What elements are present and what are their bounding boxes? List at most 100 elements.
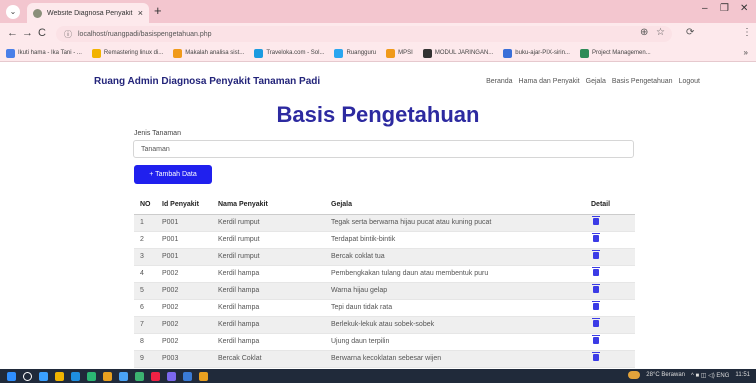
column-header-id: Id Penyakit [156, 196, 212, 215]
start-icon[interactable] [7, 371, 16, 381]
new-tab-button[interactable]: + [154, 3, 162, 18]
table-row: 6 P002 Kerdil hampa Tepi daun tidak rata [134, 299, 635, 317]
reload-icon[interactable]: C [38, 27, 46, 39]
weather-text[interactable]: 28°C Berawan [646, 372, 685, 378]
bookmark-label: Traveloka.com - Sol... [266, 50, 325, 56]
bookmark-item[interactable]: buku-ajar-PIX-sirin... [503, 48, 570, 58]
bookmark-item[interactable]: MPSI [386, 48, 413, 58]
bookmark-item[interactable]: Makalah analisa sist... [173, 48, 245, 58]
delete-icon[interactable] [592, 318, 600, 327]
column-header-detail: Detail [585, 196, 635, 215]
bookmark-item[interactable]: Remastering linux di... [91, 48, 163, 58]
clock[interactable]: 11:51 [735, 372, 750, 378]
bookmark-star-icon[interactable]: ☆ [656, 27, 665, 38]
bookmarks-more-icon[interactable]: » [744, 48, 748, 57]
tab-title: Website Diagnosa Penyakit Tan [47, 9, 134, 17]
row-detail [585, 333, 635, 351]
row-nama-penyakit: Kerdil hampa [212, 299, 325, 317]
taskbar-app-icon[interactable] [151, 371, 160, 381]
close-tab-icon[interactable]: × [138, 8, 143, 18]
row-detail [585, 299, 635, 317]
browser-menu-icon[interactable]: ⋮ [742, 27, 752, 38]
nav-link-logout[interactable]: Logout [679, 78, 700, 85]
nav-link-basis-pengetahuan[interactable]: Basis Pengetahuan [612, 78, 673, 85]
minimize-button[interactable]: – [702, 3, 708, 14]
delete-icon[interactable] [592, 267, 600, 276]
taskbar-app-icon[interactable] [103, 371, 112, 381]
bookmark-item[interactable]: Ikuti hama - Ika Tani - ... [6, 48, 82, 58]
nav-link-hama-penyakit[interactable]: Hama dan Penyakit [519, 78, 580, 85]
row-nama-penyakit: Kerdil hampa [212, 333, 325, 351]
back-icon[interactable]: ← [7, 27, 18, 39]
system-tray: 28°C Berawan ^ ■ ◫ ◁) ENG 11:51 [622, 371, 750, 379]
delete-icon[interactable] [592, 352, 600, 361]
restore-button[interactable]: ❐ [720, 3, 729, 14]
taskbar-app-icon[interactable] [199, 371, 208, 381]
close-window-button[interactable]: ✕ [740, 3, 748, 14]
search-icon[interactable] [23, 371, 32, 381]
taskbar-app-icon[interactable] [167, 371, 176, 381]
row-nama-penyakit: Kerdil rumput [212, 214, 325, 232]
table-row: 5 P002 Kerdil hampa Warna hijau gelap [134, 282, 635, 300]
row-detail [585, 350, 635, 368]
row-no: 2 [134, 231, 156, 249]
add-data-button[interactable]: + Tambah Data [134, 165, 212, 184]
taskbar-app-icon[interactable] [135, 371, 144, 381]
bookmark-item[interactable]: Traveloka.com - Sol... [254, 48, 325, 58]
row-nama-penyakit: Kerdil hampa [212, 265, 325, 283]
row-gejala: Berlekuk-lekuk atau sobek-sobek [325, 316, 585, 334]
column-header-no: NO [134, 196, 156, 215]
taskbar-app-icon[interactable] [87, 371, 96, 381]
zoom-icon[interactable]: ⊕ [640, 27, 648, 38]
bookmark-icon [334, 48, 344, 58]
browser-tab[interactable]: Website Diagnosa Penyakit Tan × [27, 3, 149, 23]
top-navigation: Beranda Hama dan Penyakit Gejala Basis P… [480, 78, 700, 85]
row-gejala: Bercak coklat tua [325, 248, 585, 266]
table-row: 9 P003 Bercak Coklat Berwarna kecoklatan se… [134, 350, 635, 368]
row-gejala: Pembengkakan tulang daun atau membentuk … [325, 265, 585, 283]
bookmark-label: Ruangguru [346, 50, 377, 56]
delete-icon[interactable] [592, 335, 600, 344]
extensions-icon[interactable]: ⟳ [686, 27, 694, 38]
delete-icon[interactable] [592, 284, 600, 293]
taskbar-app-icon[interactable] [183, 371, 192, 381]
row-no: 4 [134, 265, 156, 283]
delete-icon[interactable] [592, 233, 600, 242]
nav-link-beranda[interactable]: Beranda [486, 78, 512, 85]
table-row: 3 P001 Kerdil rumput Bercak coklat tua [134, 248, 635, 266]
taskbar-app-icon[interactable] [55, 371, 64, 381]
row-no: 5 [134, 282, 156, 300]
row-no: 8 [134, 333, 156, 351]
bookmark-item[interactable]: Ruangguru [334, 48, 377, 58]
url-text: localhost/ruangpadi/basispengetahuan.php [78, 30, 212, 38]
tray-icons[interactable]: ^ ■ ◫ ◁) ENG [691, 372, 729, 379]
delete-icon[interactable] [592, 216, 600, 225]
bookmark-icon [422, 48, 432, 58]
tab-search-icon[interactable]: ⌄ [6, 5, 20, 19]
favicon-icon [33, 8, 42, 18]
table-row: 2 P001 Kerdil rumput Terdapat bintik-bintik [134, 231, 635, 249]
row-nama-penyakit: Kerdil hampa [212, 316, 325, 334]
site-info-icon[interactable]: ⓘ [64, 29, 72, 40]
url-field[interactable]: ⓘ localhost/ruangpadi/basispengetahuan.p… [56, 26, 672, 42]
taskbar-app-icon[interactable] [119, 371, 128, 381]
site-brand[interactable]: Ruang Admin Diagnosa Penyakit Tanaman Pa… [94, 76, 320, 87]
row-id-penyakit: P001 [156, 231, 212, 249]
column-header-gejala: Gejala [325, 196, 585, 215]
taskbar-app-icon[interactable] [39, 371, 48, 381]
delete-icon[interactable] [592, 250, 600, 259]
bookmark-item[interactable]: MODUL JARINGAN... [422, 48, 493, 58]
bookmark-icon [579, 48, 589, 58]
jenis-tanaman-field[interactable] [133, 140, 634, 158]
taskbar-app-icon[interactable] [71, 371, 80, 381]
tab-strip: ⌄ Website Diagnosa Penyakit Tan × + – ❐ … [0, 0, 756, 23]
table-row: 8 P002 Kerdil hampa Ujung daun terpilin [134, 333, 635, 351]
table-header-row: NO Id Penyakit Nama Penyakit Gejala Deta… [134, 196, 635, 215]
row-id-penyakit: P002 [156, 316, 212, 334]
bookmark-item[interactable]: Project Managemen... [579, 48, 651, 58]
bookmark-label: Makalah analisa sist... [185, 50, 245, 56]
row-id-penyakit: P002 [156, 333, 212, 351]
nav-link-gejala[interactable]: Gejala [586, 78, 606, 85]
delete-icon[interactable] [592, 301, 600, 310]
forward-icon[interactable]: → [22, 27, 33, 39]
